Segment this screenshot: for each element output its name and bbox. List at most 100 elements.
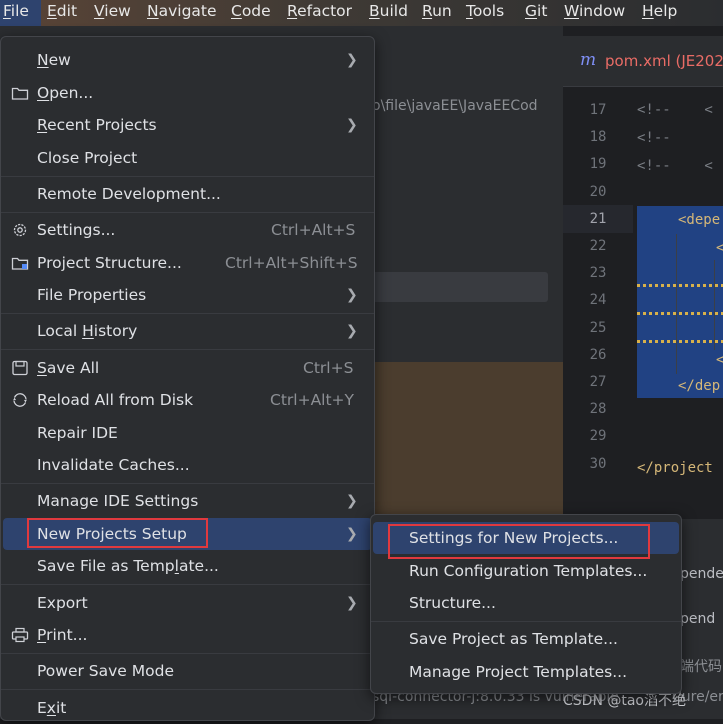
line-number: 22 bbox=[589, 238, 607, 254]
menu-item-new[interactable]: New ❯ bbox=[1, 44, 374, 76]
warning-squiggle bbox=[637, 312, 723, 315]
menu-separator bbox=[1, 212, 374, 213]
menu-item-save-project-as-template[interactable]: Save Project as Template... bbox=[371, 623, 681, 655]
menu-item-local-history[interactable]: Local History ❯ bbox=[1, 315, 374, 347]
gear-icon bbox=[13, 223, 27, 237]
line-number: 17 bbox=[589, 102, 607, 118]
code-line-21[interactable]: <depe bbox=[678, 206, 720, 234]
chevron-right-icon: ❯ bbox=[346, 287, 358, 303]
menu-separator bbox=[371, 621, 681, 622]
dependency-row[interactable]: pende bbox=[680, 566, 723, 582]
menu-help[interactable]: Help bbox=[642, 0, 677, 26]
shortcut-text: Ctrl+Alt+Y bbox=[270, 391, 355, 409]
menu-build[interactable]: Build bbox=[369, 0, 408, 26]
line-number: 29 bbox=[589, 428, 607, 445]
menu-separator bbox=[1, 313, 374, 314]
menu-edit[interactable]: Edit bbox=[47, 0, 77, 26]
indent-guide bbox=[714, 260, 715, 350]
save-icon bbox=[12, 360, 28, 376]
line-number: 20 bbox=[589, 183, 607, 200]
menu-separator bbox=[1, 689, 374, 690]
menu-code[interactable]: Code bbox=[231, 0, 271, 26]
menu-item-recent-projects[interactable]: Recent Projects ❯ bbox=[1, 109, 374, 141]
line-number: 24 bbox=[589, 292, 607, 309]
printer-icon bbox=[11, 627, 29, 643]
menu-item-remote-development[interactable]: Remote Development... bbox=[1, 178, 374, 210]
menu-separator bbox=[1, 176, 374, 177]
menu-item-exit[interactable]: Exit bbox=[1, 692, 374, 724]
menu-window[interactable]: Window bbox=[564, 0, 625, 26]
annotation-box bbox=[388, 524, 650, 559]
code-line-27[interactable]: </dep bbox=[678, 372, 720, 400]
menu-item-structure[interactable]: Structure... bbox=[371, 587, 681, 619]
menu-separator bbox=[1, 653, 374, 654]
warning-squiggle bbox=[637, 284, 723, 287]
menu-item-file-properties[interactable]: File Properties ❯ bbox=[1, 279, 374, 311]
code-line-26[interactable]: < bbox=[716, 346, 723, 374]
dependency-row[interactable]: pend bbox=[680, 611, 715, 627]
menu-item-settings[interactable]: Settings... Ctrl+Alt+S bbox=[1, 214, 374, 246]
project-path-text: o\file\javaEE\JavaEECod bbox=[372, 98, 538, 114]
menu-separator bbox=[1, 483, 374, 484]
code-selection bbox=[637, 206, 723, 398]
line-number: 23 bbox=[589, 265, 607, 282]
menu-item-manage-project-templates[interactable]: Manage Project Templates... bbox=[371, 656, 681, 688]
cn-text-fragment: 端代码 bbox=[680, 659, 722, 675]
menu-tools[interactable]: Tools bbox=[466, 0, 504, 26]
menu-separator bbox=[1, 349, 374, 350]
menu-run[interactable]: Run bbox=[422, 0, 452, 26]
menu-item-save-all[interactable]: Save All Ctrl+S bbox=[1, 352, 374, 384]
main-menu-bar: File Edit View Navigate Code Refactor Bu… bbox=[0, 0, 723, 26]
menu-view[interactable]: View bbox=[94, 0, 131, 26]
shortcut-text: Ctrl+S bbox=[303, 359, 354, 377]
line-number: 19 bbox=[589, 156, 607, 173]
annotation-box bbox=[27, 518, 208, 548]
chevron-right-icon: ❯ bbox=[346, 52, 358, 68]
line-number: 18 bbox=[589, 129, 607, 146]
shortcut-text: Ctrl+Alt+S bbox=[271, 221, 356, 239]
menu-separator bbox=[1, 584, 374, 585]
code-line-30[interactable]: </project bbox=[637, 454, 713, 482]
menu-item-repair-ide[interactable]: Repair IDE bbox=[1, 417, 374, 449]
line-number: 28 bbox=[589, 401, 607, 418]
menu-item-invalidate-caches[interactable]: Invalidate Caches... bbox=[1, 449, 374, 481]
file-menu: New ❯ Open... Recent Projects ❯ Close Pr… bbox=[0, 36, 375, 721]
menu-git[interactable]: Git bbox=[525, 0, 547, 26]
line-number: 21 bbox=[563, 204, 633, 233]
line-number: 25 bbox=[589, 319, 607, 336]
menu-refactor[interactable]: Refactor bbox=[287, 0, 352, 26]
project-tree-excluded-area bbox=[372, 362, 563, 519]
line-number: 30 bbox=[589, 455, 607, 472]
menu-item-power-save-mode[interactable]: Power Save Mode bbox=[1, 655, 374, 687]
menu-item-open[interactable]: Open... bbox=[1, 77, 374, 109]
project-structure-icon bbox=[11, 257, 29, 270]
indent-guide bbox=[676, 234, 677, 374]
menu-item-reload-all-from-disk[interactable]: Reload All from Disk Ctrl+Alt+Y bbox=[1, 384, 374, 416]
code-line-17[interactable]: <!-- < bbox=[637, 96, 713, 124]
warning-squiggle bbox=[637, 340, 723, 343]
chevron-right-icon: ❯ bbox=[346, 117, 358, 133]
shortcut-text: Ctrl+Alt+Shift+S bbox=[225, 254, 358, 272]
menu-item-project-structure[interactable]: Project Structure... Ctrl+Alt+Shift+S bbox=[1, 247, 374, 279]
menu-item-export[interactable]: Export ❯ bbox=[1, 587, 374, 619]
refresh-icon bbox=[13, 393, 27, 407]
folder-icon bbox=[11, 87, 29, 100]
chevron-right-icon: ❯ bbox=[346, 323, 358, 339]
menu-item-print[interactable]: Print... bbox=[1, 619, 374, 651]
menu-item-save-file-as-template[interactable]: Save File as Template... bbox=[1, 550, 374, 582]
line-number: 26 bbox=[589, 346, 607, 363]
chevron-right-icon: ❯ bbox=[346, 526, 358, 542]
menu-navigate[interactable]: Navigate bbox=[147, 0, 217, 26]
maven-file-icon: m bbox=[580, 50, 597, 70]
code-line-18[interactable]: <!-- bbox=[637, 124, 671, 152]
code-line-19[interactable]: <!-- < bbox=[637, 152, 713, 180]
menu-file[interactable]: File bbox=[0, 0, 41, 26]
editor-tab-pom-xml[interactable]: pom.xml (JE202 bbox=[605, 52, 723, 70]
line-number: 27 bbox=[589, 374, 607, 390]
chevron-right-icon: ❯ bbox=[346, 595, 358, 611]
code-line-22[interactable]: < bbox=[716, 234, 723, 262]
menu-item-close-project[interactable]: Close Project bbox=[1, 142, 374, 174]
menu-item-manage-ide-settings[interactable]: Manage IDE Settings ❯ bbox=[1, 485, 374, 517]
project-tree-selected-row[interactable] bbox=[372, 272, 548, 302]
menu-item-run-configuration-templates[interactable]: Run Configuration Templates... bbox=[371, 555, 681, 587]
